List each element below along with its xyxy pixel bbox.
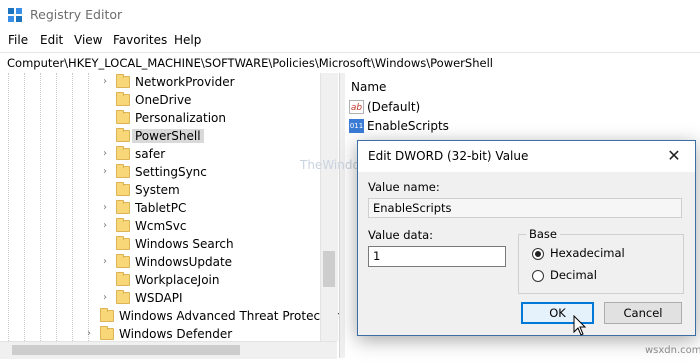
chevron-right-icon[interactable]: ›	[100, 148, 110, 159]
tree-item-label: NetworkProvider	[135, 75, 235, 89]
chevron-right-icon[interactable]: ›	[100, 202, 110, 213]
value-name-label: Value name:	[368, 180, 440, 194]
value-name-field: EnableScripts	[368, 198, 682, 218]
chevron-right-icon[interactable]: ›	[100, 76, 110, 87]
address-path[interactable]: Computer\HKEY_LOCAL_MACHINE\SOFTWARE\Pol…	[7, 56, 493, 70]
folder-icon	[116, 218, 130, 232]
value-data-input[interactable]: 1	[368, 246, 506, 267]
tree-item-powershell[interactable]: PowerShell	[0, 128, 320, 146]
tree-item-tabletpc[interactable]: › TabletPC	[0, 200, 320, 218]
tree-item-settingsync[interactable]: › SettingSync	[0, 164, 320, 182]
menu-edit[interactable]: Edit	[40, 33, 63, 47]
value-name: EnableScripts	[367, 119, 449, 133]
menu-bar: File Edit View Favorites Help	[0, 30, 700, 52]
hexadecimal-radio[interactable]	[532, 248, 544, 260]
folder-icon	[116, 164, 130, 178]
tree-item-label: WSDAPI	[135, 291, 183, 305]
title-bar: Registry Editor	[0, 0, 700, 30]
chevron-right-icon[interactable]: ›	[100, 166, 110, 177]
scrollbar-thumb[interactable]	[12, 345, 240, 355]
tree-item-label: Windows Advanced Threat Protection	[119, 309, 340, 323]
chevron-right-icon[interactable]: ›	[100, 292, 110, 303]
watermark: wsxdn.com	[645, 345, 700, 356]
tree-item-label: WindowsUpdate	[135, 255, 233, 269]
hexadecimal-label[interactable]: Hexadecimal	[550, 246, 625, 260]
chevron-right-icon[interactable]: ›	[100, 256, 110, 267]
decimal-label[interactable]: Decimal	[550, 268, 597, 282]
tree-item-label: SettingSync	[135, 165, 207, 179]
edit-dword-dialog: Edit DWORD (32-bit) Value ✕ Value name: …	[357, 140, 696, 336]
tree-vertical-scrollbar[interactable]	[320, 73, 338, 341]
close-icon[interactable]: ✕	[663, 146, 685, 166]
tree-item-label: PowerShell	[132, 129, 204, 143]
tree-item-label: System	[135, 183, 180, 197]
tree-item-windows-defender[interactable]: › Windows Defender	[0, 326, 320, 341]
tree-item-windowsupdate[interactable]: › WindowsUpdate	[0, 254, 320, 272]
scrollbar-thumb[interactable]	[323, 251, 335, 287]
tree-item-label: safer	[135, 147, 166, 161]
folder-icon	[116, 182, 130, 196]
menu-favorites[interactable]: Favorites	[113, 33, 167, 47]
window-title: Registry Editor	[30, 7, 123, 22]
menu-file[interactable]: File	[8, 33, 28, 47]
tree-item-windows-search[interactable]: Windows Search	[0, 236, 320, 254]
dialog-title: Edit DWORD (32-bit) Value	[368, 149, 529, 163]
tree-item-onedrive[interactable]: OneDrive	[0, 92, 320, 110]
tree-item-networkprovider[interactable]: › NetworkProvider	[0, 74, 320, 92]
dialog-title-bar: Edit DWORD (32-bit) Value ✕	[358, 141, 695, 172]
tree-item-workplacejoin[interactable]: WorkplaceJoin	[0, 272, 320, 290]
folder-icon	[116, 74, 130, 88]
base-group-label: Base	[526, 227, 561, 241]
cancel-button[interactable]: Cancel	[604, 302, 682, 324]
tree-item-safer[interactable]: › safer	[0, 146, 320, 164]
folder-icon	[116, 254, 130, 268]
tree-item-wsdapi[interactable]: › WSDAPI	[0, 290, 320, 308]
tree-item-wcmsvc[interactable]: › WcmSvc	[0, 218, 320, 236]
column-header-name[interactable]: Name	[351, 80, 386, 94]
value-name: (Default)	[367, 100, 421, 114]
tree-item-label: TabletPC	[135, 201, 187, 215]
chevron-right-icon[interactable]: ›	[100, 220, 110, 231]
tree-item-windows-atp[interactable]: Windows Advanced Threat Protection	[0, 308, 340, 326]
chevron-right-icon[interactable]: ›	[84, 328, 94, 339]
value-data-label: Value data:	[368, 228, 434, 242]
folder-icon	[100, 326, 114, 340]
tree-item-label: Windows Search	[135, 237, 234, 251]
folder-icon	[116, 92, 130, 106]
folder-icon	[116, 146, 130, 160]
folder-icon	[116, 128, 130, 142]
tree-item-label: Personalization	[135, 111, 226, 125]
folder-icon	[100, 308, 114, 322]
folder-icon	[116, 110, 130, 124]
tree-item-label: WcmSvc	[135, 219, 187, 233]
tree-item-label: Windows Defender	[119, 327, 233, 341]
folder-icon	[116, 236, 130, 250]
key-tree-pane[interactable]: › NetworkProvider OneDrive Personalizati…	[0, 73, 340, 341]
decimal-radio[interactable]	[532, 270, 544, 282]
folder-icon	[116, 272, 130, 286]
string-value-icon: ab	[349, 100, 364, 114]
base-group: Base Hexadecimal Decimal	[518, 227, 684, 294]
menu-help[interactable]: Help	[174, 33, 201, 47]
address-bar[interactable]: Computer\HKEY_LOCAL_MACHINE\SOFTWARE\Pol…	[0, 52, 700, 74]
tree-item-personalization[interactable]: Personalization	[0, 110, 320, 128]
tree-horizontal-scrollbar[interactable]	[0, 341, 337, 359]
tree-item-label: OneDrive	[135, 93, 192, 107]
folder-icon	[116, 290, 130, 304]
tree-item-system[interactable]: System	[0, 182, 320, 200]
folder-icon	[116, 200, 130, 214]
dialog-body: Value name: EnableScripts Value data: 1 …	[358, 172, 695, 335]
registry-editor-icon	[8, 8, 22, 22]
mouse-cursor-icon	[573, 315, 587, 336]
tree-item-label: WorkplaceJoin	[135, 273, 220, 287]
dword-value-icon: 011	[349, 119, 364, 133]
menu-view[interactable]: View	[74, 33, 102, 47]
